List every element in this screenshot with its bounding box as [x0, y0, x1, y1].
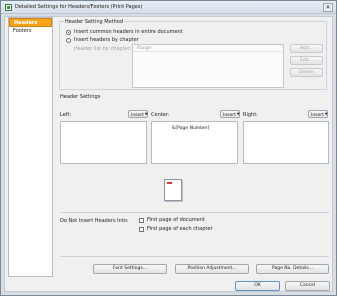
header-preview-page — [164, 179, 182, 201]
cancel-button[interactable]: Cancel — [285, 281, 330, 291]
section-list: Headers Footers — [8, 17, 53, 277]
header-setting-method-group: Header Setting Method Insert common head… — [59, 19, 327, 90]
add-button[interactable]: Add... — [290, 44, 323, 53]
delete-button[interactable]: Delete — [290, 68, 323, 77]
page-number-details-button[interactable]: Page No. Details... — [256, 264, 329, 274]
nav-item-footers[interactable]: Footers — [9, 27, 52, 36]
settings-panel: Header Setting Method Insert common head… — [59, 18, 330, 288]
list-column-range: Range — [133, 45, 283, 52]
dropdown-caret-icon: ▼ — [324, 112, 328, 116]
center-label: Center: — [151, 112, 170, 118]
radio-common[interactable] — [66, 29, 71, 35]
radio-by-chapter-label: Insert headers by chapter — [74, 37, 139, 43]
do-not-insert-label: Do Not Insert Headers Into: — [60, 218, 129, 224]
first-page-chapter-label: First page of each chapter — [147, 226, 213, 232]
right-insert-label: Insert — [311, 113, 324, 118]
header-position-marker — [167, 182, 172, 184]
right-header-field[interactable] — [243, 121, 329, 164]
dialog-body: Headers Footers Header Setting Method In… — [4, 16, 333, 292]
radio-common-label: Insert common headers in entire document — [74, 29, 183, 35]
center-header-value: &[Page Number] — [172, 126, 210, 131]
first-page-chapter-checkbox[interactable] — [139, 226, 144, 232]
separator — [60, 212, 329, 213]
ok-button[interactable]: OK — [235, 281, 280, 291]
left-header-field[interactable] — [60, 121, 147, 164]
group-title: Header Setting Method — [64, 19, 125, 25]
first-page-document-checkbox[interactable] — [139, 217, 144, 223]
position-adjustment-button[interactable]: Position Adjustment... — [175, 264, 249, 274]
center-insert-button[interactable]: Insert▼ — [220, 110, 240, 118]
right-insert-button[interactable]: Insert▼ — [308, 110, 328, 118]
center-header-field[interactable]: &[Page Number] — [151, 121, 238, 164]
first-page-document-label: First page of document — [147, 217, 205, 223]
separator — [60, 256, 329, 257]
window-title: Detailed Settings for Headers/Footers (P… — [15, 4, 143, 10]
title-bar[interactable]: Detailed Settings for Headers/Footers (P… — [1, 1, 336, 14]
close-button[interactable]: ✕ — [323, 3, 333, 12]
radio-common-row[interactable]: Insert common headers in entire document — [66, 29, 183, 35]
right-label: Right: — [243, 112, 258, 118]
font-settings-button[interactable]: Font Settings... — [93, 264, 167, 274]
header-settings-title: Header Settings — [60, 94, 101, 100]
app-icon — [5, 4, 12, 11]
dialog-window: Detailed Settings for Headers/Footers (P… — [0, 0, 337, 296]
left-insert-label: Insert — [131, 113, 144, 118]
edit-button[interactable]: Edit... — [290, 56, 323, 65]
first-page-chapter-row[interactable]: First page of each chapter — [139, 226, 213, 232]
nav-item-headers[interactable]: Headers — [9, 18, 52, 27]
header-list-label: Header list by chapter: — [74, 46, 132, 52]
left-label: Left: — [60, 112, 72, 118]
dropdown-caret-icon: ▼ — [236, 112, 240, 116]
radio-by-chapter[interactable] — [66, 37, 71, 43]
first-page-document-row[interactable]: First page of document — [139, 217, 205, 223]
dropdown-caret-icon: ▼ — [144, 112, 148, 116]
chapter-header-list[interactable]: Range — [132, 44, 284, 88]
left-insert-button[interactable]: Insert▼ — [128, 110, 148, 118]
radio-by-chapter-row[interactable]: Insert headers by chapter — [66, 37, 139, 43]
center-insert-label: Insert — [223, 113, 236, 118]
